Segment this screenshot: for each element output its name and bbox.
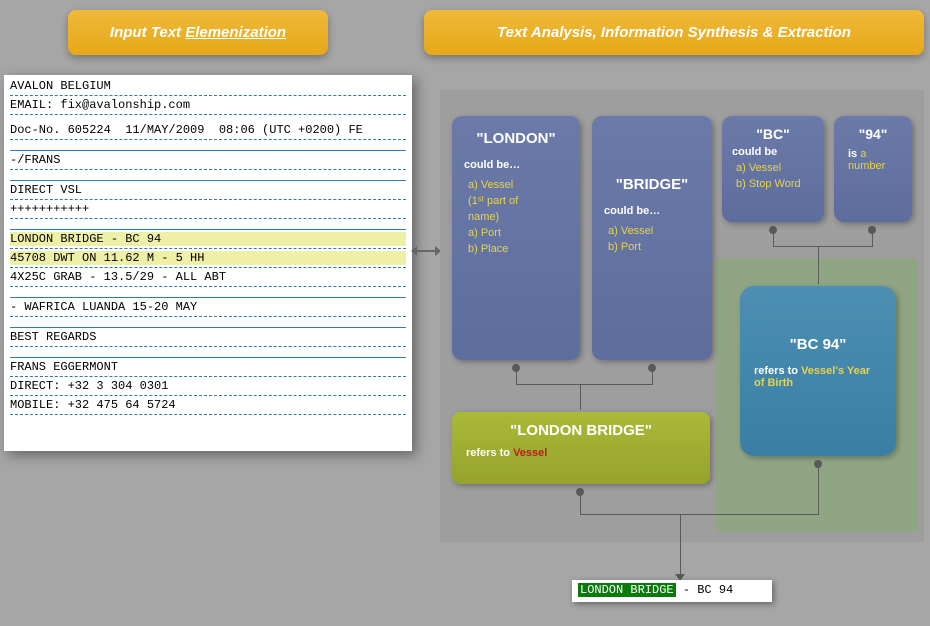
connector: [580, 384, 581, 410]
card-body: refers to Vessel: [466, 447, 696, 459]
card-london: "LONDON" could be… a) Vessel (1ˢᵗ part o…: [452, 116, 580, 360]
connector: [580, 514, 819, 515]
card-pre: refers to: [466, 447, 513, 459]
connector: [773, 246, 873, 247]
card-title: "BRIDGE": [604, 176, 700, 193]
card-option: b) Place: [468, 241, 568, 257]
line-docno: Doc-No. 605224 11/MAY/2009 08:06 (UTC +0…: [10, 123, 406, 137]
card-red: Vessel: [513, 447, 547, 459]
connector: [680, 542, 681, 576]
card-option: (1ˢᵗ part of: [468, 193, 568, 209]
analysis-panel: "LONDON" could be… a) Vessel (1ˢᵗ part o…: [440, 90, 924, 542]
card-london-bridge: "LONDON BRIDGE" refers to Vessel: [452, 412, 710, 484]
line-wafrica: - WAFRICA LUANDA 15-20 MAY: [10, 300, 406, 314]
line-avalon: AVALON BELGIUM: [10, 79, 406, 93]
card-sub: could be…: [464, 159, 568, 171]
card-title: "LONDON": [464, 130, 568, 147]
card-option: a) Port: [468, 225, 568, 241]
line-direct-phone: DIRECT: +32 3 304 0301: [10, 379, 406, 393]
card-sub: could be: [732, 146, 814, 158]
line-plus: +++++++++++: [10, 202, 406, 216]
connector: [818, 464, 819, 514]
connector: [818, 246, 819, 284]
card-pre: refers to: [754, 365, 801, 377]
card-body: refers to Vessel's Year of Birth: [754, 365, 882, 389]
line-frans: -/FRANS: [10, 153, 406, 167]
card-option: name): [468, 209, 568, 225]
card-bc: "BC" could be a) Vessel b) Stop Word: [722, 116, 824, 222]
card-bridge: "BRIDGE" could be… a) Vessel b) Port: [592, 116, 712, 360]
result-box: LONDON BRIDGE - BC 94: [572, 580, 772, 602]
line-london-bridge: LONDON BRIDGE - BC 94: [10, 232, 406, 246]
card-option: a) Vessel: [736, 160, 814, 176]
connector: [872, 230, 873, 246]
card-title: "BC": [732, 126, 814, 142]
connector: [516, 368, 517, 384]
card-title: "94": [844, 126, 902, 142]
line-grab: 4X25C GRAB - 13.5/29 - ALL ABT: [10, 270, 406, 284]
header-input-elemenization: Input Text Elemenization: [68, 10, 328, 55]
header-right-text: Text Analysis, Information Synthesis & E…: [497, 24, 851, 41]
line-mobile: MOBILE: +32 475 64 5724: [10, 398, 406, 412]
line-dwt: 45708 DWT ON 11.62 M - 5 HH: [10, 251, 406, 265]
card-option: a) Vessel: [608, 223, 700, 239]
result-rest: - BC 94: [676, 583, 734, 597]
header-left-text: Input Text: [110, 24, 185, 41]
line-direct-vsl: DIRECT VSL: [10, 183, 406, 197]
card-option: b) Stop Word: [736, 176, 814, 192]
card-option: b) Port: [608, 239, 700, 255]
card-bc94: "BC 94" refers to Vessel's Year of Birth: [740, 286, 896, 456]
header-left-underlined: Elemenization: [185, 24, 286, 41]
card-sub: could be…: [604, 205, 700, 217]
header-analysis: Text Analysis, Information Synthesis & E…: [424, 10, 924, 55]
card-title: "BC 94": [754, 336, 882, 353]
input-text-panel: AVALON BELGIUM EMAIL: fix@avalonship.com…: [4, 75, 412, 451]
card-option: a) Vessel: [468, 177, 568, 193]
card-pre: is: [848, 148, 860, 160]
connector: [516, 384, 653, 385]
card-body: is a number: [844, 148, 902, 172]
line-email: EMAIL: fix@avalonship.com: [10, 98, 406, 112]
line-regards: BEST REGARDS: [10, 330, 406, 344]
card-94: "94" is a number: [834, 116, 912, 222]
connector: [580, 492, 581, 514]
connector: [652, 368, 653, 384]
result-highlight: LONDON BRIDGE: [578, 583, 676, 597]
connector: [773, 230, 774, 246]
line-name: FRANS EGGERMONT: [10, 360, 406, 374]
arrow-between-panels-icon: [416, 250, 436, 252]
card-title: "LONDON BRIDGE": [466, 422, 696, 439]
